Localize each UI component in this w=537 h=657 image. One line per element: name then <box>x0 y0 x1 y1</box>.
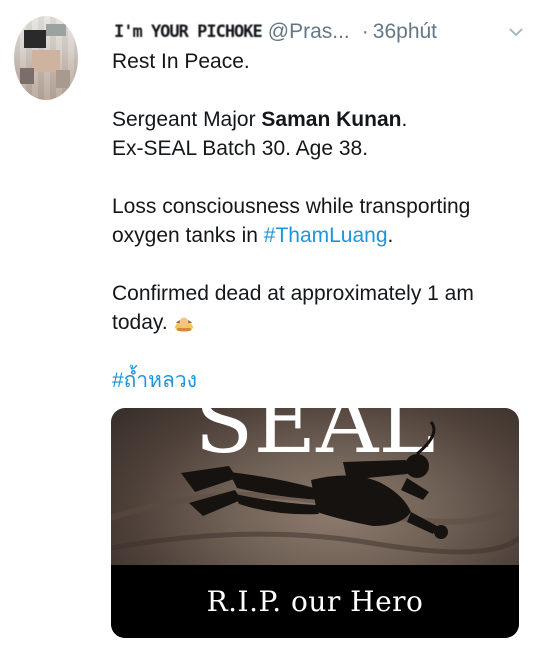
tweet-header: I'm YOUR PICHOKE @Pras... · 36phút <box>114 18 523 46</box>
user-handle[interactable]: @Pras... <box>268 20 350 44</box>
text-line: Ex-SEAL Batch 30. Age 38. <box>112 137 369 160</box>
text-line: Confirmed dead at approximately 1 am <box>112 282 474 305</box>
avatar[interactable] <box>14 16 78 100</box>
avatar-pixel <box>56 70 70 88</box>
text-span: oxygen tanks in <box>112 224 264 247</box>
media-image[interactable]: SEAL R.I.P. our Hero <box>111 408 519 638</box>
chevron-down-icon[interactable] <box>509 25 523 39</box>
text-line: Loss consciousness while transporting <box>112 195 471 218</box>
avatar-pixel <box>20 68 34 84</box>
text-line: oxygen tanks in #ThamLuang. <box>112 221 522 250</box>
caption-text: R.I.P. our Hero <box>206 585 424 618</box>
display-name[interactable]: I'm YOUR PICHOKE <box>114 22 263 42</box>
separator: · <box>361 20 369 43</box>
text-line: Rest In Peace. <box>112 50 250 73</box>
bold-name: Saman Kunan <box>261 108 402 131</box>
text-span: . <box>401 108 408 131</box>
text-span: Sergeant Major <box>112 108 262 131</box>
text-line: today. <box>112 308 522 337</box>
text-span: today. <box>112 311 168 334</box>
caption-banner: R.I.P. our Hero <box>111 565 519 638</box>
hashtag-link[interactable]: #ถ้ำหลวง <box>112 369 197 392</box>
avatar-pixel <box>32 50 60 72</box>
timestamp[interactable]: 36phút <box>373 20 437 44</box>
tweet[interactable]: I'm YOUR PICHOKE @Pras... · 36phút Rest … <box>0 0 537 657</box>
hashtag-link[interactable]: #ThamLuang <box>264 224 388 247</box>
avatar-pixel <box>46 24 66 36</box>
tweet-text: Rest In Peace. Sergeant Major Saman Kuna… <box>112 47 522 395</box>
text-line: Sergeant Major Saman Kunan. <box>112 105 522 134</box>
bowing-person-icon <box>174 311 194 332</box>
text-line: #ถ้ำหลวง <box>112 366 522 395</box>
text-span: . <box>387 224 394 247</box>
avatar-pixel <box>24 30 46 48</box>
